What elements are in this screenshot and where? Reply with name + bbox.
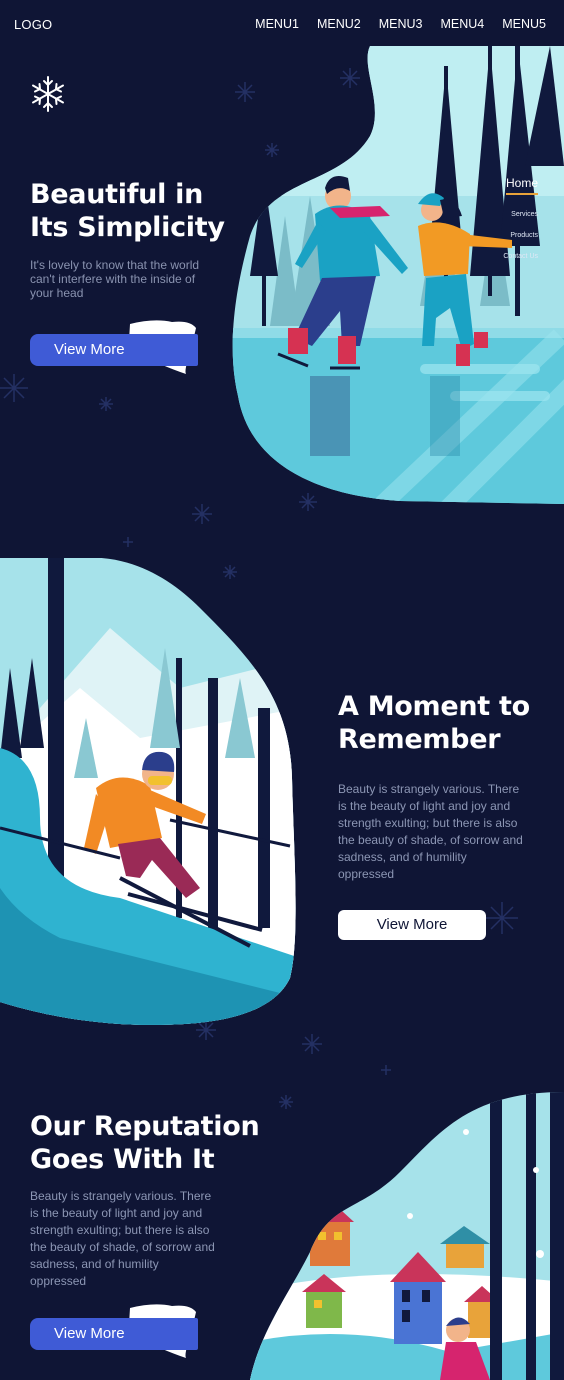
hero-text-line-2: can't interfere with the inside of xyxy=(30,272,196,286)
reputation-view-more-button[interactable]: View More xyxy=(30,1318,198,1350)
snowflake-icon xyxy=(32,76,64,112)
side-nav-products[interactable]: Products xyxy=(503,232,538,239)
hero-text-line-3: your head xyxy=(30,286,84,300)
reputation-text-line-4: the beauty of shade, of sorrow and xyxy=(30,1240,215,1254)
reputation-text-line-3: strength exulting; but there is also xyxy=(30,1223,210,1237)
reputation-text-line-5: sadness, and of humility xyxy=(30,1257,159,1271)
hero-text: It's lovely to know that the world can't… xyxy=(30,258,199,300)
side-nav-home[interactable]: Home xyxy=(505,176,538,195)
menu-item-3[interactable]: MENU3 xyxy=(379,17,423,31)
moment-text-line-4: the beauty of shade, of sorrow and xyxy=(338,833,523,847)
hero-title-line-1: Beautiful in xyxy=(30,179,203,210)
menu-item-1[interactable]: MENU1 xyxy=(255,17,299,31)
hero-title-line-2: Its Simplicity xyxy=(30,212,225,243)
hero-view-more-button[interactable]: View More xyxy=(30,334,198,366)
side-nav-contact[interactable]: Contact Us xyxy=(503,253,538,260)
moment-title-line-2: Remember xyxy=(338,724,501,755)
reputation-title-line-2: Goes With It xyxy=(30,1144,215,1175)
moment-text: Beauty is strangely various. There is th… xyxy=(338,781,523,883)
reputation-text-line-6: oppressed xyxy=(30,1274,87,1288)
reputation-text-line-1: Beauty is strangely various. There xyxy=(30,1189,212,1203)
moment-text-line-2: is the beauty of light and joy and xyxy=(338,799,511,813)
moment-text-line-6: oppressed xyxy=(338,867,395,881)
menu-item-4[interactable]: MENU4 xyxy=(440,17,484,31)
hero-title: Beautiful in Its Simplicity xyxy=(30,178,225,244)
reputation-title: Our Reputation Goes With It xyxy=(30,1110,260,1176)
moment-text-line-1: Beauty is strangely various. There xyxy=(338,782,520,796)
main-menu: MENU1 MENU2 MENU3 MENU4 MENU5 xyxy=(255,17,546,31)
menu-item-5[interactable]: MENU5 xyxy=(502,17,546,31)
reputation-text-line-2: is the beauty of light and joy and xyxy=(30,1206,203,1220)
reputation-text: Beauty is strangely various. There is th… xyxy=(30,1188,215,1290)
ice-skating-illustration xyxy=(232,46,564,504)
menu-item-2[interactable]: MENU2 xyxy=(317,17,361,31)
moment-view-more-button[interactable]: View More xyxy=(338,910,486,940)
moment-title-line-1: A Moment to xyxy=(338,691,530,722)
village-illustration xyxy=(250,1092,564,1380)
side-nav-services[interactable]: Services xyxy=(503,211,538,218)
side-nav: Home Services Products Contact Us xyxy=(503,174,538,260)
reputation-title-line-1: Our Reputation xyxy=(30,1111,260,1142)
moment-text-line-5: sadness, and of humility xyxy=(338,850,467,864)
logo[interactable]: LOGO xyxy=(14,17,52,32)
hero-text-line-1: It's lovely to know that the world xyxy=(30,258,200,272)
moment-title: A Moment to Remember xyxy=(338,690,530,756)
skier-illustration xyxy=(0,558,296,1025)
moment-text-line-3: strength exulting; but there is also xyxy=(338,816,518,830)
